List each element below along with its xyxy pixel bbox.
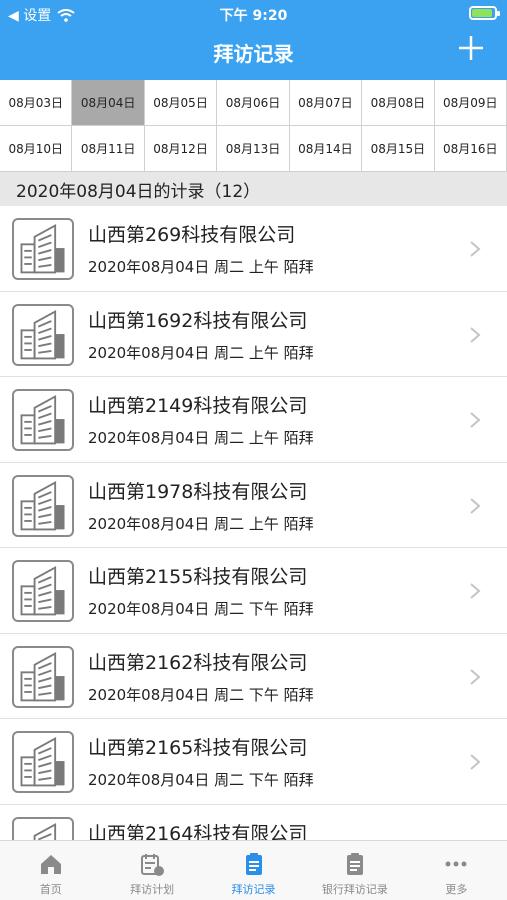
company-name: 山西第2165科技有限公司: [88, 737, 308, 759]
date-grid: 08月03日 08月04日 08月05日 08月06日 08月07日 08月08日 08月0…: [0, 80, 507, 172]
visit-info: 2020年08月04日 周二 上午 陌拜: [88, 258, 314, 276]
chevron-right-icon: [470, 241, 481, 257]
list-item[interactable]: 山西第2149科技有限公司 2020年08月04日 周二 上午 陌拜: [0, 377, 507, 463]
tab-clipboard[interactable]: 拜访记录: [203, 841, 304, 900]
tab-calendar-clock[interactable]: 拜访计划: [101, 841, 202, 900]
company-name: 山西第1692科技有限公司: [88, 309, 308, 332]
clipboard-icon: [245, 853, 262, 875]
chevron-right-icon: [470, 497, 481, 514]
date-cell[interactable]: 08月09日: [434, 80, 507, 126]
building-icon: [12, 816, 74, 840]
chevron-right-icon: [470, 326, 481, 343]
visit-info: 2020年08月04日 周二 上午 陌拜: [88, 343, 314, 362]
building-icon: [12, 560, 74, 622]
date-cell[interactable]: 08月10日: [0, 126, 73, 172]
tab-label: 银行拜访记录: [321, 883, 388, 896]
visit-info: 2020年08月04日 周二 上午 陌拜: [88, 514, 314, 533]
plus-icon[interactable]: [457, 34, 485, 62]
date-cell[interactable]: 08月03日: [0, 80, 73, 126]
tab-label: 拜访计划: [130, 883, 175, 896]
visit-info: 2020年08月04日 周二 上午 陌拜: [88, 429, 314, 447]
status-bar: ◀ 设置 下午 9:20: [0, 0, 507, 28]
date-cell[interactable]: 08月04日: [72, 80, 145, 126]
home-icon: [40, 855, 61, 874]
building-icon: [12, 474, 74, 537]
page-title: 拜访记录: [213, 42, 294, 66]
tab-label: 更多: [445, 883, 468, 896]
visit-info: 2020年08月04日 周二 下午 陌拜: [88, 685, 314, 704]
building-icon: [12, 645, 74, 708]
company-name: 山西第1978科技有限公司: [88, 480, 308, 503]
tab-label: 首页: [39, 883, 62, 896]
status-time: 下午 9:20: [219, 8, 288, 24]
section-header: 2020年08月04日的计录（12）: [0, 172, 507, 206]
company-name: 山西第2149科技有限公司: [88, 395, 308, 417]
chevron-right-icon: [470, 412, 481, 428]
section-label: 2020年08月04日的计录（12）: [16, 181, 261, 202]
date-cell[interactable]: 08月06日: [217, 80, 290, 126]
tab-clipboard-list[interactable]: 银行拜访记录: [304, 841, 405, 900]
chevron-right-icon: [470, 754, 481, 770]
building-icon: [12, 303, 74, 366]
date-cell[interactable]: 08月12日: [144, 126, 218, 172]
list-item[interactable]: 山西第2155科技有限公司 2020年08月04日 周二 下午 陌拜: [0, 548, 507, 634]
tab-bar: 首页 拜访计划 拜访记录 银行拜访记录 更多: [0, 840, 507, 900]
list-item[interactable]: 山西第1692科技有限公司 2020年08月04日 周二 上午 陌拜: [0, 291, 507, 377]
battery-icon: [469, 6, 500, 20]
list-item[interactable]: 山西第2162科技有限公司 2020年08月04日 周二 下午 陌拜: [0, 633, 507, 719]
chevron-right-icon: [470, 583, 481, 599]
visit-info: 2020年08月04日 周二 下午 陌拜: [88, 600, 314, 618]
date-cell[interactable]: 08月14日: [289, 126, 363, 172]
date-cell[interactable]: 08月07日: [289, 80, 363, 126]
more-icon: [445, 861, 467, 867]
chevron-right-icon: [470, 668, 481, 685]
building-icon: [12, 389, 74, 451]
company-name: 山西第2164科技有限公司: [88, 822, 308, 841]
list-item[interactable]: 山西第1978科技有限公司 2020年08月04日 周二 上午 陌拜: [0, 462, 507, 548]
visit-info: 2020年08月04日 周二 下午 陌拜: [88, 771, 314, 789]
tab-home[interactable]: 首页: [0, 841, 101, 900]
building-icon: [12, 731, 74, 793]
calendar-clock-icon: [141, 854, 165, 876]
date-cell[interactable]: 08月08日: [362, 80, 435, 126]
company-name: 山西第2155科技有限公司: [88, 566, 308, 588]
company-name: 山西第2162科技有限公司: [88, 651, 308, 674]
date-cell[interactable]: 08月11日: [72, 126, 145, 172]
building-icon: [12, 218, 74, 280]
date-cell[interactable]: 08月13日: [217, 126, 290, 172]
date-cell[interactable]: 08月15日: [362, 126, 435, 172]
date-cell[interactable]: 08月05日: [144, 80, 218, 126]
list-item[interactable]: 山西第2164科技有限公司: [0, 804, 507, 841]
list-item[interactable]: 山西第2165科技有限公司 2020年08月04日 周二 下午 陌拜: [0, 719, 507, 805]
date-cell[interactable]: 08月16日: [434, 126, 507, 172]
company-name: 山西第269科技有限公司: [88, 224, 296, 246]
clipboard-list-icon: [346, 853, 363, 875]
top-bar: ◀ 设置 下午 9:20 拜访记录: [0, 0, 507, 80]
record-list: 山西第269科技有限公司 2020年08月04日 周二 上午 陌拜 山西第1692科…: [0, 206, 507, 840]
tab-more[interactable]: 更多: [406, 841, 507, 900]
list-item[interactable]: 山西第269科技有限公司 2020年08月04日 周二 上午 陌拜: [0, 206, 507, 292]
tab-label: 拜访记录: [231, 883, 276, 896]
